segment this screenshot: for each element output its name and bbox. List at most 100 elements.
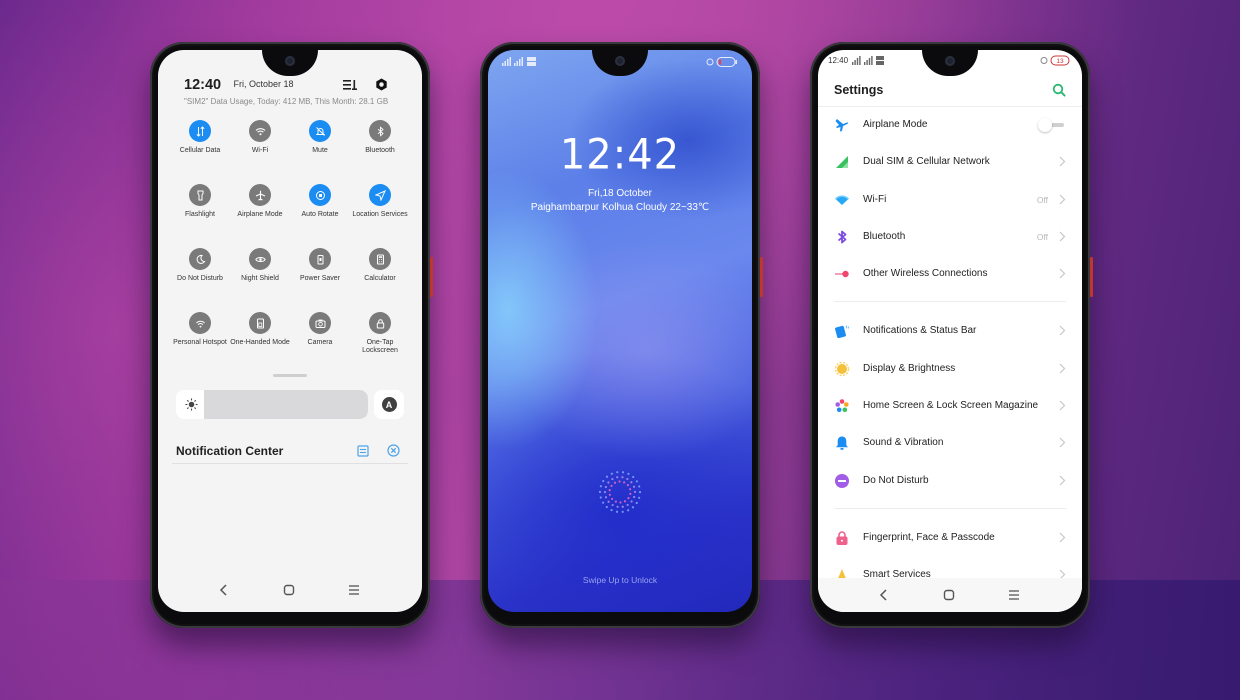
- settings-item-bluetooth[interactable]: Bluetooth Off: [818, 218, 1082, 255]
- sun-icon: [185, 398, 198, 411]
- quick-tile-personal-hotspot[interactable]: Personal Hotspot: [170, 312, 230, 362]
- bluetooth-icon: [837, 230, 847, 244]
- front-camera-notch: [592, 50, 648, 76]
- back-icon[interactable]: [216, 582, 232, 598]
- phone-lock-screen: 12:42 Fri,18 October Paighambarpur Kolhu…: [480, 42, 763, 628]
- search-icon[interactable]: [1052, 83, 1066, 97]
- settings-item-dual-sim-cellular-network[interactable]: Dual SIM & Cellular Network: [818, 143, 1082, 180]
- settings-item-display-brightness[interactable]: Display & Brightness: [818, 350, 1082, 387]
- settings-item-sound-vibration[interactable]: Sound & Vibration: [818, 424, 1082, 461]
- mute-icon: [309, 120, 331, 142]
- quick-tile-flashlight[interactable]: Flashlight: [170, 184, 230, 234]
- lock-date: Fri,18 October: [588, 188, 652, 199]
- back-icon[interactable]: [876, 587, 892, 603]
- quick-tile-label: Cellular Data: [179, 147, 221, 154]
- quick-tile-label: Personal Hotspot: [173, 339, 227, 346]
- quick-tile-airplane-mode[interactable]: Airplane Mode: [230, 184, 290, 234]
- settings-item-other-wireless-connections[interactable]: Other Wireless Connections: [818, 255, 1082, 292]
- quick-tile-power-saver[interactable]: Power Saver: [290, 248, 350, 298]
- quick-settings-header: 12:40 Fri, October 18 "SIM2" Data Usage,…: [184, 76, 402, 106]
- settings-item-do-not-disturb[interactable]: Do Not Disturb: [818, 462, 1082, 499]
- date: Fri, October 18: [233, 79, 294, 89]
- auto-rotate-icon: [309, 184, 331, 206]
- settings-item-label: Dual SIM & Cellular Network: [863, 156, 990, 168]
- quick-tile-bluetooth[interactable]: Bluetooth: [350, 120, 410, 170]
- auto-brightness-button[interactable]: A: [374, 390, 404, 419]
- quick-tile-night-shield[interactable]: Night Shield: [230, 248, 290, 298]
- quick-tile-location-services[interactable]: Location Services: [350, 184, 410, 234]
- settings-item-label: Fingerprint, Face & Passcode: [863, 531, 995, 543]
- quick-tile-camera[interactable]: Camera: [290, 312, 350, 362]
- quick-tile-label: Airplane Mode: [237, 211, 283, 218]
- wifi-icon: [249, 120, 271, 142]
- sun-icon: [834, 361, 850, 377]
- quick-tile-mute[interactable]: Mute: [290, 120, 350, 170]
- quick-tile-cellular-data[interactable]: Cellular Data: [170, 120, 230, 170]
- panel-drag-handle[interactable]: [273, 374, 307, 377]
- menu-icon[interactable]: [346, 582, 362, 598]
- settings-screen: 12:40 13 Settings Airplane Mode Dual SIM …: [818, 50, 1082, 612]
- moon-icon: [189, 248, 211, 270]
- quick-tile-auto-rotate[interactable]: Auto Rotate: [290, 184, 350, 234]
- signal-icon: [502, 57, 536, 66]
- lock-icon: [836, 531, 848, 545]
- quick-tile-label: Camera: [307, 339, 333, 346]
- quick-tile-one-handed-mode[interactable]: One-Handed Mode: [230, 312, 290, 362]
- phone-quick-settings: 12:40 Fri, October 18 "SIM2" Data Usage,…: [150, 42, 433, 628]
- edit-tiles-icon[interactable]: [343, 79, 357, 91]
- battery-icon: [309, 248, 331, 270]
- settings-item-label: Other Wireless Connections: [863, 268, 988, 280]
- quick-tile-label: Night Shield: [241, 275, 279, 282]
- settings-item-notifications-status-bar[interactable]: Notifications & Status Bar: [818, 312, 1082, 349]
- camera-icon: [309, 312, 331, 334]
- fingerprint-sensor-icon[interactable]: [596, 468, 644, 516]
- chevron-right-icon: [1059, 194, 1066, 205]
- chevron-right-icon: [1059, 532, 1066, 543]
- cellular-signal-icon: [836, 156, 848, 169]
- quick-tile-label: Mute: [312, 147, 328, 154]
- settings-item-label: Notifications & Status Bar: [863, 325, 977, 337]
- flower-icon: [835, 399, 849, 413]
- home-icon[interactable]: [941, 587, 957, 603]
- quick-tile-do-not-disturb[interactable]: Do Not Disturb: [170, 248, 230, 298]
- divider: [172, 463, 408, 464]
- settings-item-value: Off: [1036, 231, 1048, 242]
- location-icon: [369, 184, 391, 206]
- settings-item-wi-fi[interactable]: Wi-Fi Off: [818, 181, 1082, 218]
- quick-settings-screen: 12:40 Fri, October 18 "SIM2" Data Usage,…: [158, 50, 422, 612]
- chevron-right-icon: [1059, 437, 1066, 448]
- quick-tile-label: One-Handed Mode: [230, 339, 290, 346]
- quick-tile-label: Wi-Fi: [251, 147, 269, 154]
- chevron-right-icon: [1059, 268, 1066, 279]
- chevron-right-icon: [1059, 326, 1066, 336]
- weather: Paighambarpur Kolhua Cloudy 22~33℃: [530, 202, 710, 213]
- do-not-disturb-icon: [835, 473, 849, 488]
- page-title: Settings: [834, 83, 884, 97]
- quick-tile-wi-fi[interactable]: Wi-Fi: [230, 120, 290, 170]
- cellular-data-icon: [189, 120, 211, 142]
- quick-tile-calculator[interactable]: Calculator: [350, 248, 410, 298]
- airplane-mode-toggle[interactable]: [1036, 118, 1066, 132]
- clear-notifications-icon[interactable]: [387, 444, 400, 457]
- menu-icon[interactable]: [1006, 587, 1022, 603]
- data-usage: "SIM2" Data Usage, Today: 412 MB, This M…: [184, 97, 389, 106]
- airplane-icon: [835, 119, 849, 132]
- gear-icon[interactable]: [375, 78, 388, 91]
- brightness-track: [204, 390, 368, 419]
- quick-tile-label: Power Saver: [299, 275, 341, 282]
- quick-tile-one-tap-lockscreen[interactable]: One-Tap Lockscreen: [350, 312, 410, 362]
- wifi-icon: [835, 195, 849, 205]
- front-camera-notch: [262, 50, 318, 76]
- brightness-slider[interactable]: [176, 390, 368, 419]
- battery-icon: 13: [1040, 55, 1070, 66]
- settings-item-value: Off: [1036, 194, 1048, 205]
- settings-item-home-screen-lock-screen-magazine[interactable]: Home Screen & Lock Screen Magazine: [818, 387, 1082, 424]
- settings-item-fingerprint-face-passcode[interactable]: Fingerprint, Face & Passcode: [818, 519, 1082, 556]
- chevron-right-icon: [1059, 363, 1066, 374]
- settings-item-airplane-mode[interactable]: Airplane Mode: [818, 106, 1082, 143]
- notification-manage-icon[interactable]: [357, 445, 369, 457]
- home-icon[interactable]: [281, 582, 297, 598]
- eye-icon: [249, 248, 271, 270]
- quick-tile-label: Do Not Disturb: [177, 275, 223, 282]
- battery-icon: [706, 57, 737, 67]
